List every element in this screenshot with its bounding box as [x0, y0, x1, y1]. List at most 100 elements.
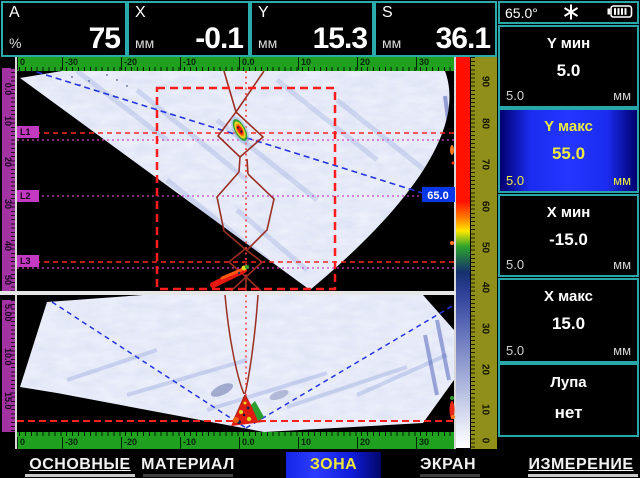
param-x-max[interactable]: X макс 15.0 5.0 мм — [498, 278, 639, 363]
menu-underline-bar — [420, 474, 480, 477]
measurement-box-amplitude: A % 75 — [1, 1, 127, 57]
measurement-box-s: S мм 36.1 — [374, 1, 497, 57]
measurement-letter: S — [382, 4, 393, 22]
param-value: -15.0 — [500, 230, 637, 250]
measurement-box-x: X мм -0.1 — [127, 1, 250, 57]
param-y-max[interactable]: Y макс 55.0 5.0 мм — [498, 108, 639, 193]
ruler-label: 0.0 — [239, 437, 255, 449]
measurement-letter: A — [9, 4, 20, 22]
measurement-value: -0.1 — [195, 22, 243, 56]
ruler-label: 30 — [416, 57, 429, 70]
menu-underline-bar — [25, 474, 135, 477]
amplitude-ruler: 90 80 70 60 50 40 30 20 10 0 — [471, 57, 497, 449]
status-header: 65.0° — [498, 1, 639, 24]
layer-tag: L2 — [17, 190, 39, 202]
param-unit: мм — [613, 173, 631, 188]
param-magnifier[interactable]: Лупа нет — [498, 363, 639, 437]
measurement-value: 15.3 — [313, 22, 367, 56]
param-x-min[interactable]: X мин -15.0 5.0 мм — [498, 194, 639, 277]
menu-underline-bar — [143, 474, 233, 477]
bscan-region — [17, 295, 455, 432]
param-title: X мин — [500, 204, 637, 221]
ruler-ticks — [19, 432, 455, 436]
ruler-label: 20 — [480, 362, 491, 378]
sscan-fan — [17, 71, 455, 291]
param-step: 5.0 — [506, 173, 524, 188]
ruler-label: 10 — [3, 113, 13, 129]
ruler-label: 20 — [357, 437, 370, 449]
menu-underline-bar — [528, 474, 638, 477]
probe-angle-readout: 65.0° — [505, 5, 538, 21]
menu-item-zona[interactable]: ЗОНА — [286, 452, 381, 478]
edge-echo-bottom-right — [450, 396, 456, 419]
measurement-value: 36.1 — [436, 22, 490, 56]
param-step: 5.0 — [506, 343, 524, 358]
ruler-label: 30 — [480, 321, 491, 337]
ruler-label: 10.0 — [3, 348, 13, 364]
ruler-label: 15.0 — [3, 392, 13, 408]
measurement-unit: мм — [382, 35, 401, 51]
measurement-unit: мм — [135, 35, 154, 51]
bottom-menu: ОСНОВНЫЕ МАТЕРИАЛ ЗОНА ЭКРАН ИЗМЕРЕНИЕ — [0, 452, 640, 478]
ruler-label: 60 — [480, 199, 491, 215]
horizontal-ruler-top: 0 -30 -20 -10 0.0 10 20 30 — [17, 57, 455, 71]
measurement-letter: X — [135, 4, 146, 22]
ruler-label: 20 — [357, 57, 370, 70]
param-title: X макс — [500, 288, 637, 305]
ruler-label: 40 — [480, 280, 491, 296]
param-value: нет — [500, 403, 637, 423]
param-title: Лупа — [500, 374, 637, 391]
vertical-ruler-top: 0.0 10 20 30 40 50 — [2, 68, 15, 292]
param-unit: мм — [613, 257, 631, 272]
ruler-label: 90 — [480, 74, 491, 90]
param-step: 5.0 — [506, 88, 524, 103]
ruler-label: 0 — [17, 57, 25, 70]
measurement-unit: % — [9, 35, 21, 51]
parameter-panel: 65.0° Y мин 5.0 5.0 мм Y макс 55.0 — [497, 0, 640, 478]
ruler-label: 5.00 — [3, 304, 13, 320]
ruler-label: -30 — [62, 57, 78, 70]
ruler-label: 20 — [3, 154, 13, 170]
vertical-ruler-bottom: 5.00 10.0 15.0 — [2, 300, 15, 432]
ruler-label: -10 — [180, 437, 196, 449]
sector-scan-view: 65.0 — [17, 71, 455, 291]
horizontal-ruler-bottom: 0 -30 -20 -10 0.0 10 20 30 — [17, 432, 455, 449]
ruler-label: 70 — [480, 157, 491, 173]
param-y-min[interactable]: Y мин 5.0 5.0 мм — [498, 25, 639, 108]
flaw-detector-screen: A % 75 X мм -0.1 Y мм 15.3 S мм 36.1 0 -… — [0, 0, 640, 478]
ruler-label: -20 — [121, 57, 137, 70]
measurement-value: 75 — [89, 22, 120, 56]
ruler-label: 0.0 — [3, 81, 13, 97]
ruler-label: 40 — [3, 238, 13, 254]
ruler-label: 10 — [298, 437, 311, 449]
ruler-label: 50 — [480, 240, 491, 256]
param-title: Y макс — [500, 118, 637, 135]
ruler-label: 10 — [480, 402, 491, 418]
ruler-ticks — [471, 57, 475, 449]
ruler-label: 0 — [480, 433, 491, 449]
ruler-label: -20 — [121, 437, 137, 449]
beam-angle-label: 65.0 — [422, 187, 455, 202]
ruler-label: 10 — [298, 57, 311, 70]
battery-icon — [607, 5, 633, 18]
svg-text:65.0: 65.0 — [427, 190, 448, 202]
ruler-label: 30 — [416, 437, 429, 449]
ruler-label: -30 — [62, 437, 78, 449]
asterisk-icon — [562, 4, 580, 20]
param-step: 5.0 — [506, 257, 524, 272]
param-value: 15.0 — [500, 314, 637, 334]
amplitude-colorbar — [456, 57, 470, 448]
param-unit: мм — [613, 88, 631, 103]
measurement-letter: Y — [258, 4, 269, 22]
measurement-unit: мм — [258, 35, 277, 51]
ruler-label: -10 — [180, 57, 196, 70]
ruler-label: 30 — [3, 196, 13, 212]
ruler-label: 0 — [17, 437, 25, 449]
layer-tag: L3 — [17, 255, 39, 267]
param-unit: мм — [613, 343, 631, 358]
ruler-label: 0.0 — [239, 57, 255, 70]
ruler-label: 80 — [480, 116, 491, 132]
param-title: Y мин — [500, 35, 637, 52]
param-value: 55.0 — [500, 144, 637, 164]
end-scan-view — [17, 295, 455, 432]
